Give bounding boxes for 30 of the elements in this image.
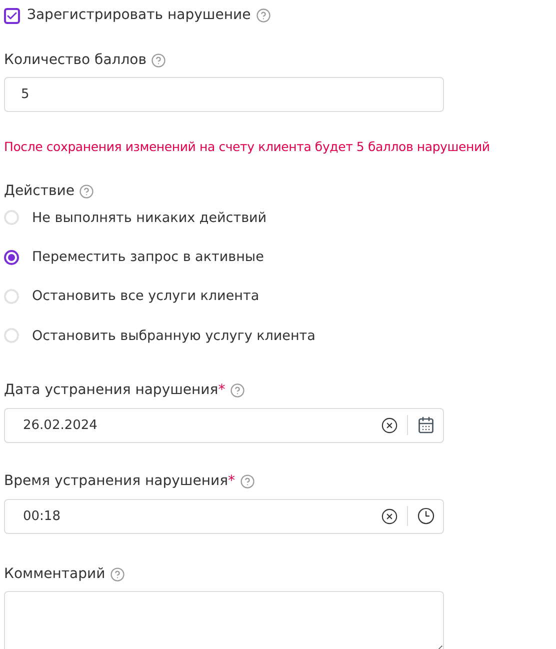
clear-icon[interactable] xyxy=(381,508,398,525)
checkbox-label: Зарегистрировать нарушение xyxy=(27,6,251,25)
field-label: Количество баллов xyxy=(4,51,146,70)
field-label: Комментарий xyxy=(4,564,106,584)
required-mark: * xyxy=(228,472,236,491)
warning-text: После сохранения изменений на счету клиента будет 5 баллов нарушений xyxy=(4,138,491,156)
field-label: Действие xyxy=(4,182,74,201)
clear-icon[interactable] xyxy=(381,416,398,434)
help-icon[interactable] xyxy=(151,53,166,68)
points-input[interactable]: 5 xyxy=(4,77,444,112)
radio-label: Остановить выбранную услугу клиента xyxy=(32,326,316,346)
check-icon xyxy=(6,10,18,22)
required-mark: * xyxy=(218,380,226,400)
help-icon[interactable] xyxy=(230,382,246,398)
help-icon[interactable] xyxy=(110,566,126,582)
comment-field[interactable] xyxy=(4,590,444,649)
field-label: Дата устранения нарушения xyxy=(4,380,218,400)
radio-button[interactable] xyxy=(4,250,19,265)
radio-label: Остановить все услуги клиента xyxy=(32,287,260,306)
help-icon[interactable] xyxy=(256,8,271,23)
radio-label: Переместить запрос в активные xyxy=(32,248,264,267)
help-icon[interactable] xyxy=(79,184,94,199)
date-field[interactable]: 26.02.2024 xyxy=(4,408,444,443)
time-field[interactable]: 00:18 xyxy=(4,498,444,534)
checkbox[interactable] xyxy=(4,8,20,24)
help-icon[interactable] xyxy=(240,474,256,489)
clock-icon[interactable] xyxy=(417,507,435,526)
calendar-icon[interactable] xyxy=(417,416,435,434)
field-label: Время устранения нарушения xyxy=(4,472,228,491)
radio-label: Не выполнять никаких действий xyxy=(32,208,267,228)
